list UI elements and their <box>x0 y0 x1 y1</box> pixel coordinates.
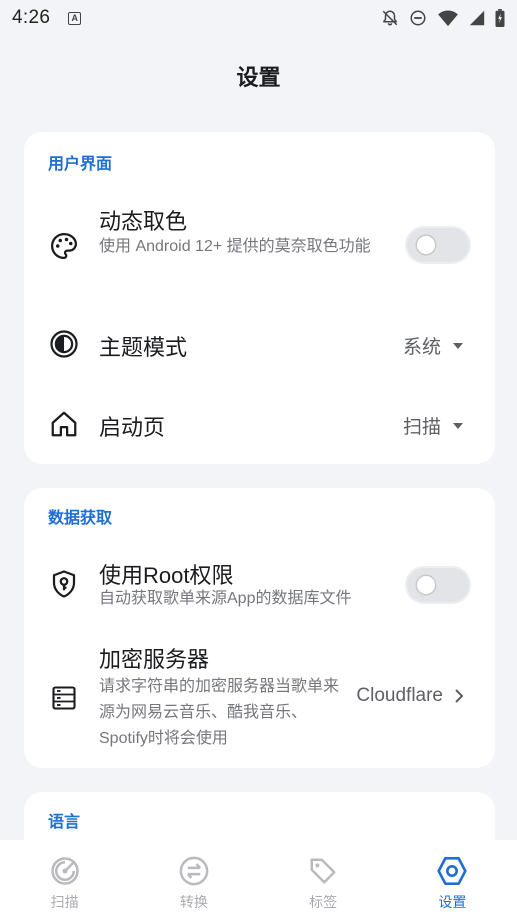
status-time: 4:26 <box>12 7 51 28</box>
status-bar: 4:26 A <box>0 0 517 36</box>
dropdown-arrow-icon <box>453 422 463 429</box>
theme-mode-title: 主题模式 <box>99 335 188 360</box>
toggle-knob <box>417 576 435 594</box>
toggle-knob <box>417 236 435 254</box>
nav-item-settings[interactable]: 设置 <box>388 840 517 920</box>
settings-hex-icon <box>435 854 469 888</box>
tag-icon <box>306 854 340 888</box>
data-settings-card: 数据获取 使用Root权限 自动获取歌单来源App的数据库文件 加密服务器 请求… <box>24 488 495 768</box>
start-page-dropdown[interactable]: 扫描 <box>403 412 463 439</box>
dynamic-color-row[interactable]: 动态取色 使用 Android 12+ 提供的莫奈取色功能 <box>24 192 495 292</box>
page-title: 设置 <box>236 65 281 90</box>
notifications-off-icon <box>382 10 398 26</box>
do-not-disturb-icon <box>410 10 426 26</box>
chevron-right-icon <box>455 689 464 703</box>
bottom-navigation: 扫描 转换 标签 设置 <box>0 840 517 920</box>
root-permission-toggle[interactable] <box>405 566 471 604</box>
app-notification-icon: A <box>68 11 82 25</box>
theme-mode-dropdown[interactable]: 系统 <box>403 332 463 359</box>
dynamic-color-title: 动态取色 <box>99 209 188 234</box>
start-page-title: 启动页 <box>99 415 166 440</box>
dynamic-color-toggle[interactable] <box>405 226 471 264</box>
wifi-icon <box>438 10 458 27</box>
palette-icon <box>48 230 80 262</box>
ui-settings-card: 用户界面 动态取色 使用 Android 12+ 提供的莫奈取色功能 主题模式 <box>24 132 495 464</box>
nav-label: 转换 <box>179 894 208 910</box>
nav-label: 扫描 <box>50 894 79 910</box>
encrypt-server-row[interactable]: 加密服务器 请求字符串的加密服务器当歌单来源为网易云音乐、酷我音乐、Spotif… <box>24 638 495 758</box>
convert-icon <box>177 854 211 888</box>
nav-item-scan[interactable]: 扫描 <box>0 840 129 920</box>
nav-label: 标签 <box>309 894 338 910</box>
root-permission-subtitle: 自动获取歌单来源App的数据库文件 <box>99 590 352 607</box>
dynamic-color-subtitle: 使用 Android 12+ 提供的莫奈取色功能 <box>99 238 371 255</box>
signal-icon <box>469 10 485 26</box>
section-title-ui: 用户界面 <box>48 156 113 173</box>
nav-item-tags[interactable]: 标签 <box>259 840 388 920</box>
home-icon <box>48 408 80 440</box>
encrypt-server-subtitle: 请求字符串的加密服务器当歌单来源为网易云音乐、酷我音乐、Spotify时将会使用 <box>99 678 340 747</box>
scan-icon <box>48 854 82 888</box>
server-list-icon <box>48 682 80 714</box>
start-page-row[interactable]: 启动页 扫描 <box>24 392 495 456</box>
root-permission-row[interactable]: 使用Root权限 自动获取歌单来源App的数据库文件 <box>24 550 495 614</box>
section-title-language: 语言 <box>48 814 81 831</box>
contrast-icon <box>48 328 80 360</box>
battery-icon <box>495 9 505 27</box>
encrypt-server-selector[interactable]: Cloudflare <box>356 685 465 707</box>
encrypt-server-value: Cloudflare <box>356 685 443 706</box>
section-title-data: 数据获取 <box>48 510 113 527</box>
security-key-icon <box>48 568 80 600</box>
start-page-value: 扫描 <box>402 417 441 438</box>
status-icons <box>381 9 505 27</box>
theme-mode-value: 系统 <box>402 337 441 358</box>
nav-item-convert[interactable]: 转换 <box>129 840 258 920</box>
dropdown-arrow-icon <box>453 342 463 349</box>
theme-mode-row[interactable]: 主题模式 系统 <box>24 312 495 376</box>
encrypt-server-title: 加密服务器 <box>99 647 210 672</box>
nav-label: 设置 <box>438 894 467 910</box>
